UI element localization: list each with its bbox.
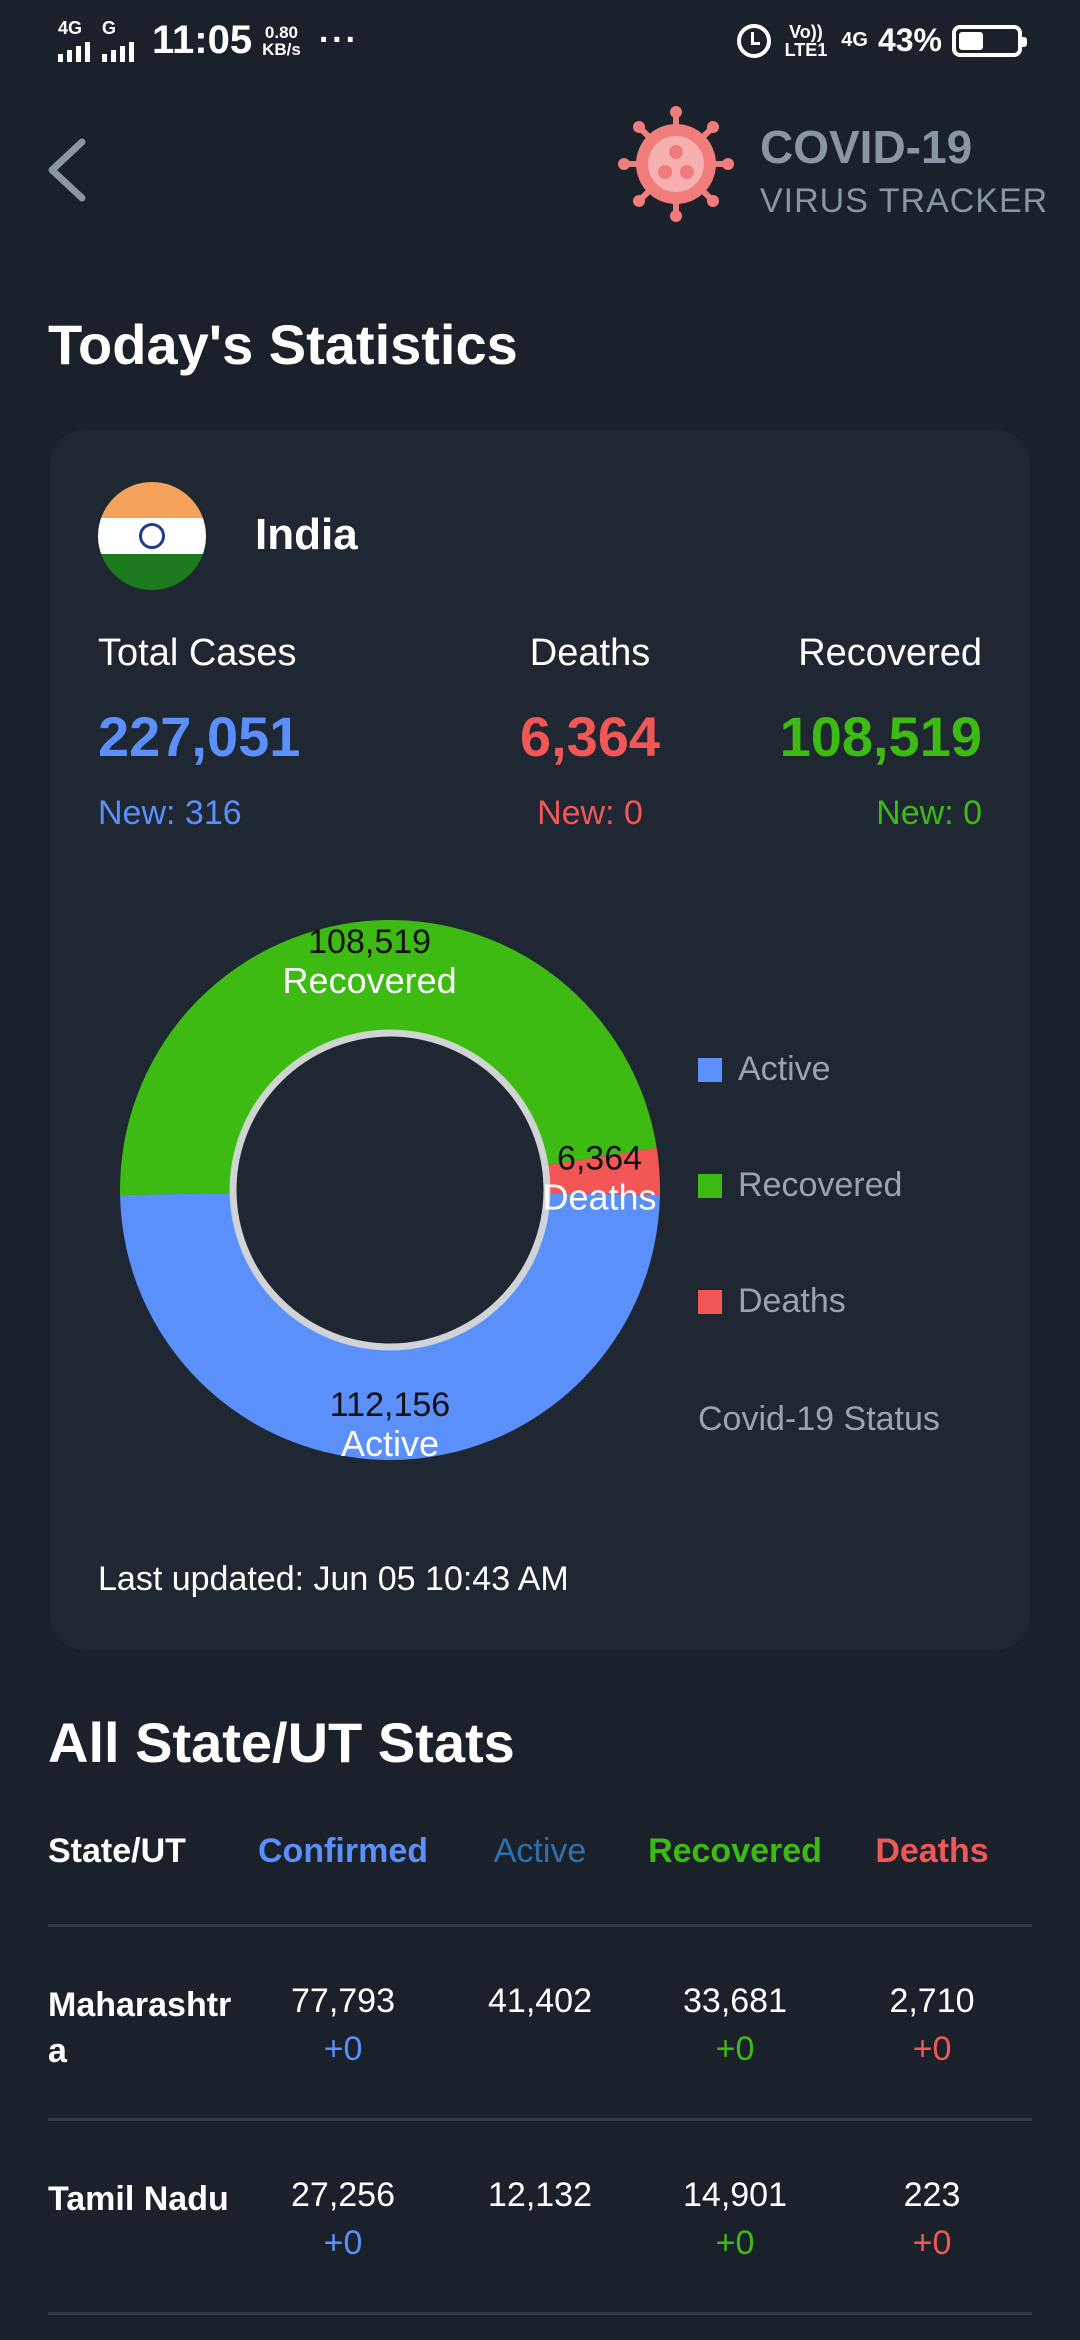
back-button[interactable] [38,130,98,210]
total-cases-label: Total Cases [98,632,297,674]
column-header-recovered[interactable]: Recovered [645,1832,825,1871]
column-header-state[interactable]: State/UT [48,1832,186,1871]
network-type-label: G [102,17,117,38]
donut-name-label: Deaths [542,1176,656,1217]
legend-label: Recovered [738,1166,903,1204]
speed-value: 0.80 [264,22,299,42]
recovered-new: New: 0 [876,794,982,832]
state-name-line: Maharashtr [48,1986,232,2024]
legend-item-active: Active [698,1050,831,1089]
volte-indicator: Vo)) LTE1 [785,23,828,59]
chart-caption: Covid-19 Status [698,1400,940,1438]
app-title: COVID-19 [760,121,973,173]
column-header-confirmed[interactable]: Confirmed [253,1832,433,1871]
signal-icon: G [102,17,134,62]
total-cases-value: 227,051 [98,705,301,768]
country-name: India [255,510,358,559]
covid-status-donut-chart: 112,156Active 108,519Recovered 6,364Deaths [119,919,661,1464]
donut-name-label: Recovered [283,960,457,1001]
network-speed: 0.80 KB/s [262,24,301,58]
column-header-active[interactable]: Active [450,1832,630,1871]
network-type-label: 4G [58,17,83,38]
active-value: 41,402 [488,1982,592,2020]
table-divider [48,2312,1032,2315]
active-value: 12,132 [488,2176,592,2214]
recovered-value: 108,519 [779,705,982,768]
deaths-value: 223 [903,2176,961,2214]
confirmed-value: 77,793 [291,1982,395,2020]
confirmed-value: 27,256 [291,2176,395,2214]
recovered-label: Recovered [798,632,982,674]
donut-name-label: Active [341,1423,439,1464]
confirmed-delta: +0 [323,2030,363,2068]
chevron-left-icon [48,138,86,202]
todays-statistics-title: Today's Statistics [48,313,518,376]
donut-value-label: 112,156 [330,1386,450,1424]
network-type-label: 4G [841,29,868,51]
donut-value-label: 108,519 [308,923,431,961]
state-stats-title: All State/UT Stats [48,1711,515,1774]
country-stats-card: India Total Cases 227,051 New: 316 Death… [50,430,1030,1650]
recovered-value: 14,901 [683,2176,787,2214]
donut-value-label: 6,364 [557,1139,642,1177]
deaths-label: Deaths [529,632,651,674]
legend-swatch [698,1173,722,1198]
last-updated: Last updated: Jun 05 10:43 AM [98,1560,569,1598]
status-bar: 4G G 11:05 0.80 KB/s ··· Vo)) LTE1 4G 43… [0,0,1080,86]
deaths-delta: +0 [912,2224,952,2262]
signal-icon: 4G [58,17,90,62]
legend-item-recovered: Recovered [698,1166,902,1205]
virus-icon [618,106,734,222]
more-notifications-icon: ··· [318,21,359,59]
legend-item-deaths: Deaths [698,1282,846,1321]
state-name: Tamil Nadu [48,2176,229,2222]
recovered-value: 33,681 [683,1982,787,2020]
speed-unit: KB/s [262,39,301,59]
legend-swatch [698,1057,722,1082]
deaths-value: 6,364 [519,705,661,768]
deaths-value: 2,710 [889,1982,975,2020]
state-name-line: Tamil Nadu [48,2180,229,2218]
volte-top: Vo)) [789,21,823,42]
battery-icon [952,24,1027,57]
deaths-new: New: 0 [537,794,643,832]
column-header-deaths[interactable]: Deaths [842,1832,1022,1871]
legend-label: Deaths [738,1282,846,1320]
battery-percent: 43% [877,22,942,58]
legend-swatch [698,1289,722,1314]
state-name: Maharashtr a [48,1982,231,2074]
clock: 11:05 [152,18,253,62]
recovered-delta: +0 [715,2224,755,2262]
alarm-icon [736,23,771,58]
state-name-line: a [48,2032,67,2070]
volte-bottom: LTE1 [784,39,828,60]
app-subtitle: VIRUS TRACKER [760,182,1049,220]
india-flag-icon [98,482,206,590]
table-divider [48,1924,1032,1927]
deaths-delta: +0 [912,2030,952,2068]
recovered-delta: +0 [715,2030,755,2068]
total-cases-new: New: 316 [98,794,242,832]
table-divider [48,2118,1032,2121]
legend-label: Active [738,1050,831,1088]
confirmed-delta: +0 [323,2224,363,2262]
